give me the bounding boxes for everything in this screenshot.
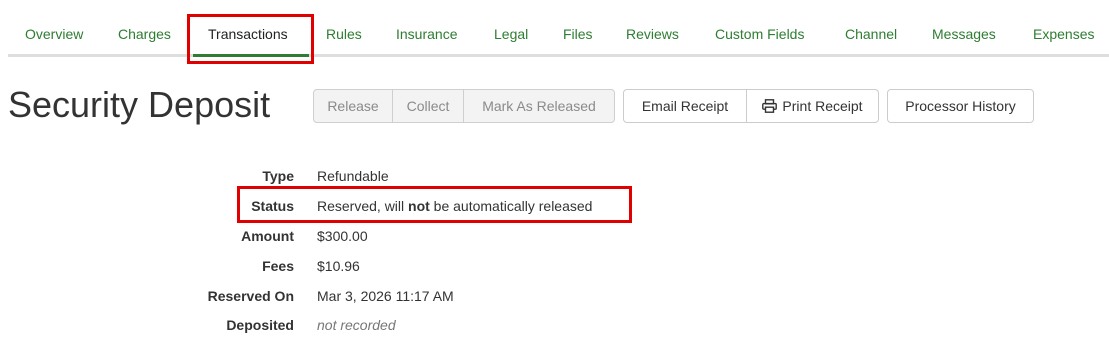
type-label: Type: [262, 168, 294, 184]
release-button[interactable]: Release: [313, 89, 393, 123]
reserved-on-label: Reserved On: [207, 288, 294, 304]
tab-bar: Overview Charges Transactions Rules Insu…: [0, 14, 1109, 64]
print-receipt-button[interactable]: Print Receipt: [747, 89, 879, 123]
tab-reviews[interactable]: Reviews: [626, 26, 679, 42]
tab-charges[interactable]: Charges: [118, 26, 171, 42]
fees-label: Fees: [262, 258, 294, 274]
tab-custom-fields[interactable]: Custom Fields: [715, 26, 804, 42]
status-highlight-box: [237, 186, 632, 223]
tab-channel[interactable]: Channel: [845, 26, 897, 42]
amount-value: $300.00: [317, 228, 368, 244]
deposited-label: Deposited: [226, 317, 294, 333]
tab-overview[interactable]: Overview: [25, 26, 83, 42]
collect-button[interactable]: Collect: [393, 89, 464, 123]
amount-label: Amount: [241, 228, 294, 244]
email-receipt-button[interactable]: Email Receipt: [623, 89, 747, 123]
tab-highlight-box: [187, 14, 314, 64]
detail-row-amount: Amount $300.00: [0, 228, 700, 252]
deposited-value: not recorded: [317, 317, 396, 333]
processor-history-button[interactable]: Processor History: [887, 89, 1034, 123]
type-value: Refundable: [317, 168, 389, 184]
fees-value: $10.96: [317, 258, 360, 274]
tab-insurance[interactable]: Insurance: [396, 26, 457, 42]
detail-row-deposited: Deposited not recorded: [0, 317, 700, 341]
tab-files[interactable]: Files: [563, 26, 593, 42]
page-title: Security Deposit: [8, 84, 271, 125]
detail-row-reserved-on: Reserved On Mar 3, 2026 11:17 AM: [0, 288, 700, 312]
reserved-on-value: Mar 3, 2026 11:17 AM: [317, 288, 454, 304]
mark-as-released-button[interactable]: Mark As Released: [464, 89, 615, 123]
page: Overview Charges Transactions Rules Insu…: [0, 0, 1109, 350]
tab-expenses[interactable]: Expenses: [1033, 26, 1094, 42]
tab-legal[interactable]: Legal: [494, 26, 528, 42]
tab-messages[interactable]: Messages: [932, 26, 996, 42]
detail-row-fees: Fees $10.96: [0, 258, 700, 282]
printer-icon: [762, 99, 778, 113]
print-receipt-label: Print Receipt: [782, 98, 863, 114]
tab-bar-divider: [8, 54, 1109, 57]
tab-rules[interactable]: Rules: [326, 26, 362, 42]
